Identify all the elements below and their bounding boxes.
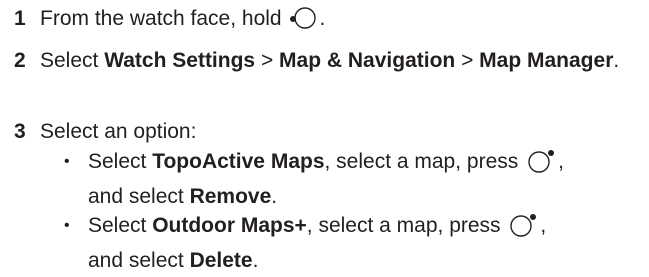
option-item: • Select Outdoor Maps+, select a map, pr… — [0, 211, 649, 272]
watch-button-left-icon — [289, 5, 317, 39]
option-item: • Select TopoActive Maps, select a map, … — [0, 147, 649, 208]
option-text-part: , — [558, 150, 564, 173]
option-text-part: and select — [88, 185, 190, 208]
step-text-part: From the watch face, hold — [40, 7, 288, 30]
step-text: From the watch face, hold . — [40, 4, 325, 39]
menu-map-manager: Map Manager — [479, 49, 614, 72]
step-text-part: . — [319, 7, 326, 30]
option-text-part: Select — [88, 150, 153, 173]
path-separator: > — [455, 49, 480, 72]
step-text-part: Select — [40, 49, 105, 72]
path-separator: > — [255, 49, 280, 72]
option-text-part: , select a map, press — [324, 150, 525, 173]
step-number: 2 — [14, 49, 26, 72]
step-text: Select an option: — [40, 120, 197, 143]
menu-topoactive-maps: TopoActive Maps — [152, 150, 325, 173]
bullet-marker: • — [64, 217, 70, 234]
step-text: Select Watch Settings > Map & Navigation… — [40, 46, 640, 75]
watch-button-right-icon — [526, 148, 556, 182]
option-text-part: and select — [88, 249, 190, 272]
menu-remove: Remove — [189, 185, 272, 208]
step-number: 1 — [14, 7, 26, 30]
option-text: Select Outdoor Maps+, select a map, pres… — [88, 211, 648, 275]
option-text-part: . — [252, 249, 259, 272]
menu-watch-settings: Watch Settings — [104, 49, 256, 72]
instructions-page: 1 From the watch face, hold . 2 Select W… — [0, 0, 649, 277]
menu-outdoor-maps: Outdoor Maps+ — [152, 214, 307, 237]
step-2: 2 Select Watch Settings > Map & Navigati… — [0, 46, 649, 104]
option-text-part: Select — [88, 214, 153, 237]
menu-delete: Delete — [189, 249, 253, 272]
option-text-part: , select a map, press — [306, 214, 507, 237]
step-3: 3 Select an option: — [0, 117, 649, 146]
option-text-part: . — [271, 185, 278, 208]
step-1: 1 From the watch face, hold . — [0, 4, 649, 33]
watch-button-right-icon — [508, 212, 538, 246]
bullet-marker: • — [64, 153, 70, 170]
menu-map-navigation: Map & Navigation — [279, 49, 456, 72]
option-text-part: , — [540, 214, 547, 237]
option-text: Select TopoActive Maps, select a map, pr… — [88, 147, 648, 211]
step-number: 3 — [14, 120, 26, 143]
step-text-part: . — [613, 49, 620, 72]
